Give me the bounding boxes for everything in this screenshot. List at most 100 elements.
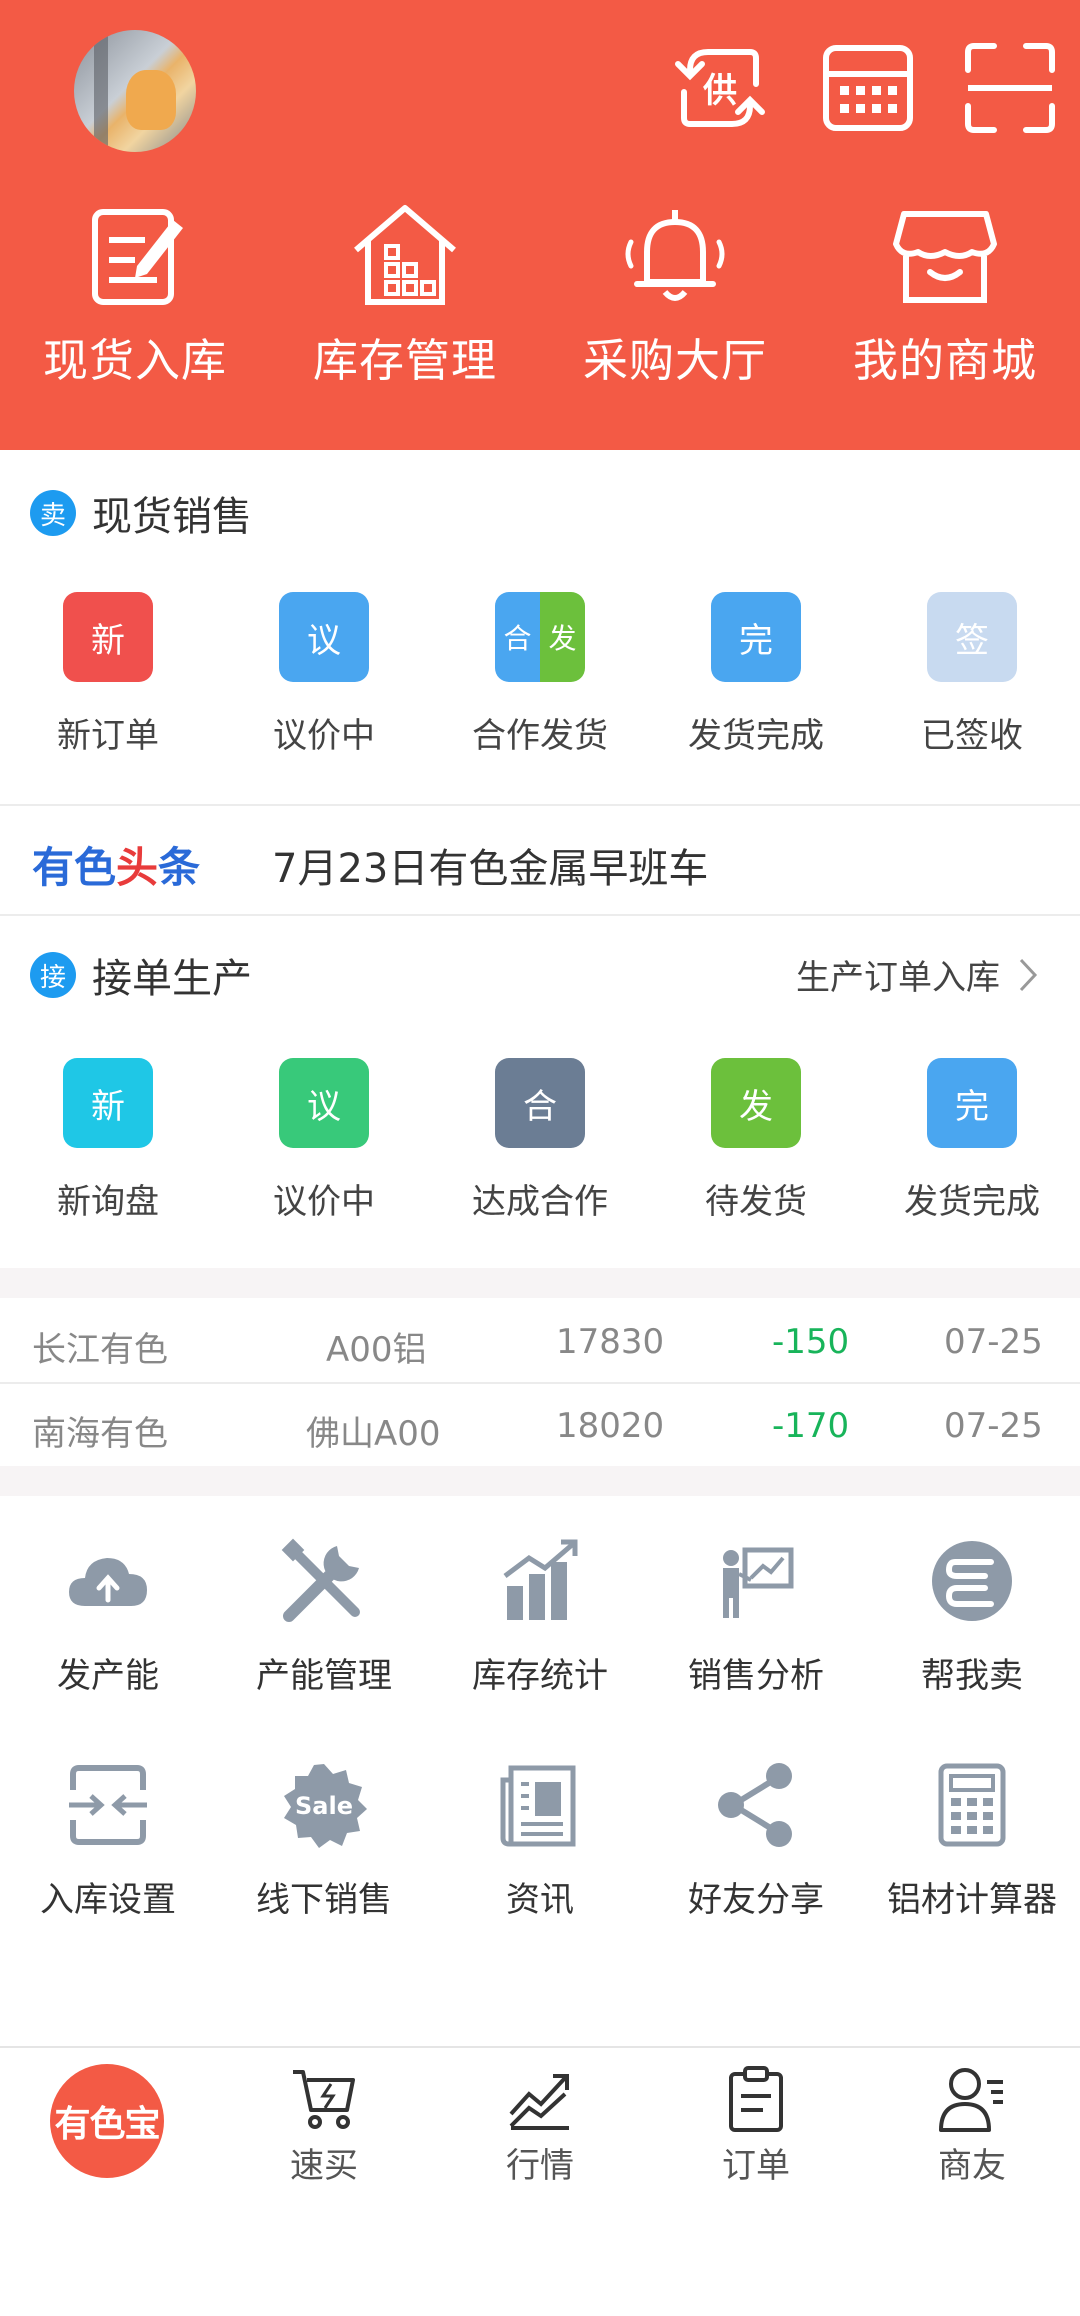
nav-label: 行情 [506, 2146, 574, 2186]
brand-part: 条 [158, 843, 201, 892]
sale-badge-icon: Sale [284, 1764, 367, 1848]
warehouse-icon [354, 205, 456, 305]
product-name: 佛山A00 [306, 1414, 441, 1454]
chevron-right-icon [1019, 958, 1038, 991]
section-gap [0, 1466, 1080, 1496]
news-headline[interactable]: 7月23日有色金属早班车 [272, 836, 708, 894]
clipboard-icon [729, 2066, 783, 2132]
sales-negotiating[interactable]: 议 议价中 [216, 592, 432, 757]
tool-news[interactable]: 资讯 [432, 1760, 648, 1921]
tool-publish-capacity[interactable]: 发产能 [0, 1536, 216, 1697]
quick-inventory[interactable]: 库存管理 [270, 200, 540, 389]
cart-icon [293, 2070, 355, 2129]
glyph-right: 发 [540, 592, 585, 682]
production-cooperation[interactable]: 合 达成合作 [432, 1058, 648, 1223]
sales-received[interactable]: 签 已签收 [864, 592, 1080, 757]
price-change: -170 [772, 1406, 850, 1446]
product-name: A00铝 [326, 1330, 427, 1370]
market-name: 长江有色 [32, 1330, 168, 1370]
new-glyph-icon: 新 [63, 1058, 153, 1148]
tool-label: 好友分享 [688, 1880, 824, 1920]
brand-part: 有色 [32, 843, 117, 892]
complete-glyph-icon: 完 [927, 1058, 1017, 1148]
contacts-icon [939, 2068, 1003, 2132]
nav-market[interactable]: 行情 [432, 2064, 648, 2187]
production-status-row: 新 新询盘 议 议价中 合 达成合作 发 待发货 完 发货完成 [0, 1058, 1080, 1238]
production-pending-shipment[interactable]: 发 待发货 [648, 1058, 864, 1223]
production-negotiating[interactable]: 议 议价中 [216, 1058, 432, 1223]
quick-purchase-hall[interactable]: 采购大厅 [540, 200, 810, 389]
tool-label: 销售分析 [688, 1656, 824, 1696]
sales-item-label: 已签收 [921, 716, 1023, 756]
tool-label: 资讯 [506, 1880, 574, 1920]
nav-label: 商友 [938, 2146, 1006, 2186]
price-row[interactable]: 长江有色 A00铝 17830 -150 07-25 [0, 1300, 1080, 1384]
quick-label: 现货入库 [42, 334, 227, 387]
price-value: 18020 [556, 1406, 665, 1446]
sales-section-title: 卖 现货销售 [30, 488, 252, 540]
nav-orders[interactable]: 订单 [648, 2064, 864, 2187]
tools-icon [281, 1538, 360, 1622]
nav-quick-buy[interactable]: 速买 [216, 2064, 432, 2187]
tool-label: 帮我卖 [921, 1656, 1023, 1696]
sales-new-order[interactable]: 新 新订单 [0, 592, 216, 757]
tool-help-me-sell[interactable]: 帮我卖 [864, 1536, 1080, 1697]
tool-sales-analysis[interactable]: 销售分析 [648, 1536, 864, 1697]
tool-capacity-management[interactable]: 产能管理 [216, 1536, 432, 1697]
sales-cooperative-shipping[interactable]: 合 发 合作发货 [432, 592, 648, 757]
price-value: 17830 [556, 1322, 665, 1362]
sell-badge: 卖 [30, 490, 76, 536]
accept-badge: 接 [30, 952, 76, 998]
tool-label: 产能管理 [256, 1656, 392, 1696]
nav-label: 订单 [722, 2146, 790, 2186]
tool-label: 发产能 [57, 1656, 159, 1696]
supply-switch-icon[interactable]: 供 [672, 40, 768, 136]
price-row[interactable]: 南海有色 佛山A00 18020 -170 07-25 [0, 1384, 1080, 1468]
edit-document-icon [92, 209, 183, 305]
scan-icon[interactable] [962, 40, 1058, 136]
quick-my-mall[interactable]: 我的商城 [810, 200, 1080, 389]
nav-label: 速买 [290, 2146, 358, 2186]
production-item-label: 达成合作 [472, 1182, 608, 1222]
tool-share-friends[interactable]: 好友分享 [648, 1760, 864, 1921]
sales-status-row: 新 新订单 议 议价中 合 发 合作发货 完 发货完成 签 已签收 [0, 592, 1080, 772]
bottom-navigation: 有色宝 速买 行情 订单 商友 [0, 2046, 1080, 2186]
ship-glyph-icon: 发 [711, 1058, 801, 1148]
production-new-inquiry[interactable]: 新 新询盘 [0, 1058, 216, 1223]
newspaper-icon [500, 1765, 576, 1847]
tool-offline-sales[interactable]: Sale 线下销售 [216, 1760, 432, 1921]
negotiate-glyph-icon: 议 [279, 592, 369, 682]
sales-item-label: 合作发货 [472, 716, 608, 756]
cloud-upload-icon [69, 1558, 147, 1606]
presentation-icon [723, 1547, 794, 1618]
brand-part: 头 [116, 843, 159, 892]
production-item-label: 新询盘 [57, 1182, 159, 1222]
negotiate-glyph-icon: 议 [279, 1058, 369, 1148]
avatar[interactable] [74, 30, 196, 152]
supply-badge: 供 [702, 71, 737, 111]
production-item-label: 待发货 [705, 1182, 807, 1222]
sales-shipped[interactable]: 完 发货完成 [648, 592, 864, 757]
news-ticker[interactable]: 有色头条 7月23日有色金属早班车 [0, 806, 1080, 916]
news-brand-logo: 有色头条 [32, 834, 200, 895]
calculator-icon[interactable] [820, 40, 916, 136]
bell-icon [625, 210, 725, 301]
header: 供 现货入库 库存管理 采购大厅 我的商城 [0, 0, 1080, 450]
quick-label: 库存管理 [312, 334, 497, 387]
production-shipped[interactable]: 完 发货完成 [864, 1058, 1080, 1223]
tool-label: 入库设置 [40, 1880, 176, 1920]
production-order-stock-in-link[interactable]: 生产订单入库 [796, 950, 1038, 999]
price-change: -150 [772, 1322, 850, 1362]
complete-glyph-icon: 完 [711, 592, 801, 682]
signed-glyph-icon: 签 [927, 592, 1017, 682]
tool-inventory-stats[interactable]: 库存统计 [432, 1536, 648, 1697]
tool-aluminum-calculator[interactable]: 铝材计算器 [864, 1760, 1080, 1921]
sell-icon [932, 1541, 1012, 1621]
trend-icon [509, 2074, 569, 2130]
quick-stock-in[interactable]: 现货入库 [0, 200, 270, 389]
nav-home-logo[interactable]: 有色宝 [50, 2064, 164, 2178]
divider [0, 914, 1080, 916]
tool-stock-in-settings[interactable]: 入库设置 [0, 1760, 216, 1921]
glyph-left: 合 [495, 592, 540, 682]
nav-business-friends[interactable]: 商友 [864, 2064, 1080, 2187]
